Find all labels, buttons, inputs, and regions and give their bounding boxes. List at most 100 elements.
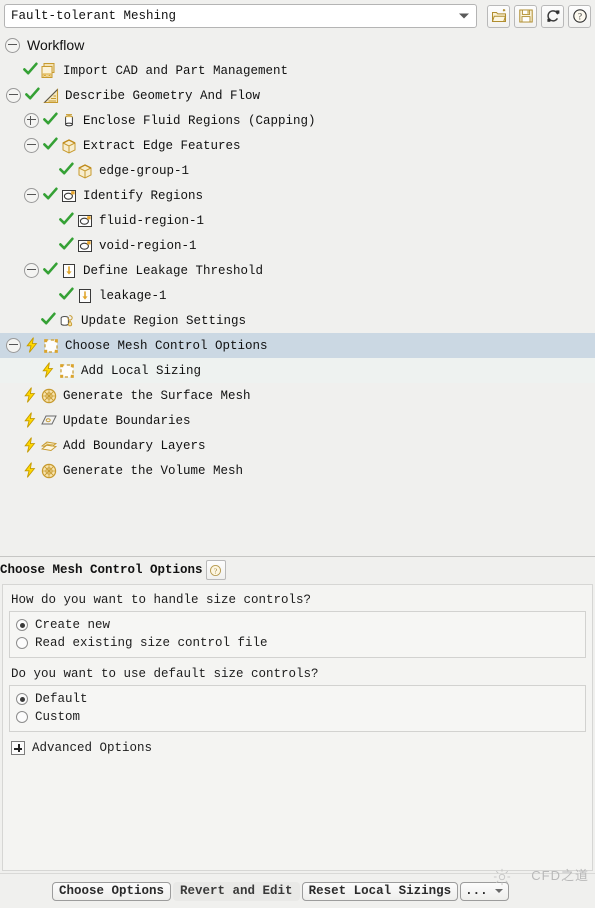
collapse-icon[interactable] — [24, 188, 39, 203]
tree-item-enclose-fluid-regions-capping[interactable]: Enclose Fluid Regions (Capping) — [0, 108, 595, 133]
tree-item-extract-edge-features[interactable]: Extract Edge Features — [0, 133, 595, 158]
radio-selected-icon[interactable] — [16, 619, 28, 631]
radio-unselected-icon[interactable] — [16, 637, 28, 649]
tree-item-label: Identify Regions — [83, 188, 204, 203]
radio-option[interactable]: Custom — [16, 708, 579, 726]
tree-item-leakage-1[interactable]: leakage-1 — [0, 283, 595, 308]
radio-option[interactable]: Default — [16, 690, 579, 708]
revert-and-edit-button[interactable]: Revert and Edit — [173, 881, 300, 901]
tree-item-generate-the-surface-mesh[interactable]: Generate the Surface Mesh — [0, 383, 595, 408]
completed-status-icon — [58, 287, 74, 304]
save-workflow-button[interactable] — [514, 4, 537, 28]
button-label: Revert and Edit — [180, 884, 293, 898]
form-question: Do you want to use default size controls… — [11, 667, 319, 681]
reset-workflow-button[interactable] — [541, 4, 564, 28]
tree-item-identify-regions[interactable]: Identify Regions — [0, 183, 595, 208]
lightning-bolt-icon — [24, 461, 36, 478]
cad-import-icon: CAD — [40, 62, 58, 80]
plus-icon[interactable] — [11, 741, 25, 755]
tree-item-label: Add Boundary Layers — [63, 438, 206, 453]
tree-item-fluid-region-1[interactable]: fluid-region-1 — [0, 208, 595, 233]
tree-root-label: Workflow — [27, 37, 85, 53]
task-header: Choose Mesh Control Options ? — [0, 557, 595, 583]
choose-options-button[interactable]: Choose Options — [52, 881, 172, 901]
tree-item-label: edge-group-1 — [99, 163, 190, 178]
pending-status-icon — [22, 386, 38, 405]
tree-item-update-region-settings[interactable]: Update Region Settings — [0, 308, 595, 333]
tree-expander-spacer — [42, 164, 55, 177]
tree-item-label: Choose Mesh Control Options — [65, 338, 268, 353]
check-icon — [58, 162, 74, 175]
workflow-select[interactable]: Fault-tolerant Meshing — [4, 4, 477, 28]
tree-item-void-region-1[interactable]: void-region-1 — [0, 233, 595, 258]
tree-item-label: Extract Edge Features — [83, 138, 241, 153]
radio-selected-icon[interactable] — [16, 693, 28, 705]
tree-item-label: Generate the Surface Mesh — [63, 388, 251, 403]
boundaries-icon — [40, 412, 58, 430]
task-title: Choose Mesh Control Options — [0, 563, 203, 577]
completed-status-icon — [58, 237, 74, 254]
tree-expander-spacer — [42, 214, 55, 227]
leakage-icon — [60, 262, 78, 280]
tree-root-workflow[interactable]: Workflow — [0, 32, 595, 58]
task-help-button[interactable]: ? — [205, 560, 226, 580]
radio-group: Create new Read existing size control fil… — [9, 611, 586, 658]
lightning-bolt-icon — [24, 436, 36, 453]
radio-option[interactable]: Read existing size control file — [16, 634, 579, 652]
help-button[interactable]: ? — [568, 4, 591, 28]
collapse-icon[interactable] — [24, 263, 39, 278]
refresh-icon — [546, 10, 559, 22]
tree-expander-spacer — [24, 364, 37, 377]
tree-item-choose-mesh-control-options[interactable]: Choose Mesh Control Options — [0, 333, 595, 358]
action-button-bar: Choose Options Revert and Edit Reset Local… — [0, 873, 595, 908]
tree-item-define-leakage-threshold[interactable]: Define Leakage Threshold — [0, 258, 595, 283]
radio-option-label: Create new — [35, 618, 111, 632]
tree-item-generate-the-volume-mesh[interactable]: Generate the Volume Mesh — [0, 458, 595, 483]
svg-text:?: ? — [578, 11, 582, 21]
region-icon — [76, 212, 94, 230]
form-question: How do you want to handle size controls? — [11, 593, 312, 607]
completed-status-icon — [40, 312, 56, 329]
tree-expander-spacer — [24, 314, 37, 327]
advanced-options-toggle[interactable]: Advanced Options — [11, 741, 586, 755]
completed-status-icon — [42, 112, 58, 129]
check-icon — [42, 187, 58, 200]
help-icon: ? — [210, 564, 222, 576]
collapse-icon[interactable] — [5, 37, 20, 53]
radio-option-label: Default — [35, 692, 88, 706]
tree-item-import-cad-and-part-management[interactable]: CAD Import CAD and Part Management — [0, 58, 595, 83]
completed-status-icon — [58, 162, 74, 179]
tree-item-label: fluid-region-1 — [99, 213, 205, 228]
tree-item-edge-group-1[interactable]: edge-group-1 — [0, 158, 595, 183]
pending-status-icon — [40, 361, 56, 380]
collapse-icon[interactable] — [24, 138, 39, 153]
button-group: Choose Options Revert and Edit Reset Local… — [52, 881, 511, 901]
lightning-bolt-icon — [24, 386, 36, 403]
advanced-options-label: Advanced Options — [32, 741, 153, 755]
tree-expander-spacer — [6, 464, 19, 477]
task-panel: Choose Mesh Control Options ? How do you… — [0, 557, 595, 873]
tree-expander-spacer — [6, 64, 19, 77]
tree-item-update-boundaries[interactable]: Update Boundaries — [0, 408, 595, 433]
tree-expander-spacer — [42, 239, 55, 252]
help-icon: ? — [572, 9, 587, 23]
button-label: Choose Options — [59, 884, 165, 898]
collapse-icon[interactable] — [6, 338, 21, 353]
tree-item-add-boundary-layers[interactable]: Add Boundary Layers — [0, 433, 595, 458]
reset-local-sizings-button[interactable]: Reset Local Sizings — [301, 881, 459, 901]
expand-icon[interactable] — [24, 113, 39, 128]
radio-unselected-icon[interactable] — [16, 711, 28, 723]
workflow-tree[interactable]: Workflow CAD Import CAD and Part Manageme… — [0, 32, 595, 556]
check-icon — [42, 137, 58, 150]
pending-status-icon — [22, 411, 38, 430]
more-options-button[interactable]: ... — [460, 881, 509, 901]
open-workflow-button[interactable] — [487, 4, 510, 28]
workflow-select-value: Fault-tolerant Meshing — [11, 9, 177, 23]
volume-mesh-icon — [40, 462, 58, 480]
collapse-icon[interactable] — [6, 88, 21, 103]
radio-option[interactable]: Create new — [16, 616, 579, 634]
tree-item-describe-geometry-and-flow[interactable]: Describe Geometry And Flow — [0, 83, 595, 108]
tree-item-add-local-sizing[interactable]: Add Local Sizing — [0, 358, 595, 383]
region-icon — [76, 237, 94, 255]
check-icon — [58, 212, 74, 225]
